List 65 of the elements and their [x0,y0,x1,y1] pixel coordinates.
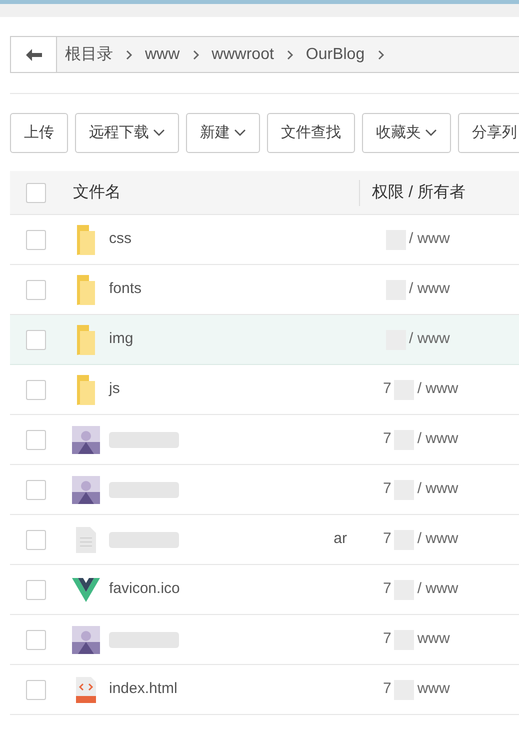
toolbar-button[interactable]: 文件查找 [267,113,355,153]
breadcrumb-item[interactable]: wwwroot [212,42,274,66]
toolbar-button[interactable]: 远程下载 [75,113,179,153]
file-name[interactable]: css [109,228,132,251]
column-header[interactable]: 文件名 [73,180,359,204]
folder-icon [76,374,96,404]
html-file-icon [76,676,96,702]
back-arrow-icon [26,48,42,60]
chevron-right-icon [376,48,385,60]
permission-owner: / www [417,379,458,400]
blurred-name [109,432,179,448]
row-checkbox[interactable] [26,530,46,550]
permission-owner: / www [417,529,458,550]
toolbar-button[interactable]: 上传 [10,113,68,153]
v-logo-icon [72,578,100,602]
folder-icon [76,224,96,254]
select-all-checkbox[interactable] [26,182,46,202]
permission-owner: / www [409,279,450,300]
toolbar-button[interactable]: 新建 [186,113,260,153]
blurred-name [109,532,179,548]
permission-owner: / www [409,229,450,250]
chevron-right-icon [192,48,200,60]
chevron-right-icon [286,48,294,60]
permission-digit: 7 [383,679,392,700]
breadcrumb-item[interactable]: www [145,42,180,66]
permission-digit: 7 [383,429,392,450]
blurred-name [109,632,179,648]
blurred-name [109,482,179,498]
row-checkbox[interactable] [26,380,46,400]
row-checkbox[interactable] [26,430,46,450]
file-name[interactable]: favicon.ico [109,578,180,601]
row-checkbox[interactable] [26,680,46,700]
breadcrumb-item[interactable]: OurBlog [306,42,365,66]
row-checkbox[interactable] [26,480,46,500]
toolbar-button[interactable]: 分享列 [458,113,519,153]
permission-digit: 7 [383,529,392,550]
breadcrumb-item[interactable]: 根目录 [65,42,113,66]
permission-digit: 7 [383,579,392,600]
file-name[interactable]: fonts [109,278,142,301]
back-button[interactable] [11,37,57,72]
permission-owner: / www [409,329,450,350]
permission-owner: / www [417,429,458,450]
row-checkbox[interactable] [26,630,46,650]
file-name-end: ar [334,529,347,550]
file-name[interactable]: img [109,328,134,351]
row-checkbox[interactable] [26,330,46,350]
file-name[interactable]: js [109,378,120,401]
file-name[interactable]: index.html [109,678,178,701]
toolbar-button[interactable]: 收藏夹 [362,113,451,153]
row-checkbox[interactable] [26,230,46,250]
permission-owner: / www [417,579,458,600]
permission-owner: / www [417,479,458,500]
permission-owner: www [417,679,450,700]
permission-digit: 7 [383,479,392,500]
permission-digit: 7 [383,379,392,400]
permission-digit: 7 [383,629,392,650]
folder-icon [76,324,96,354]
column-header[interactable]: 权限 / 所有者 [372,180,466,204]
row-checkbox[interactable] [26,280,46,300]
file-row[interactable]: img / www [10,315,519,365]
folder-icon [76,274,96,304]
chevron-right-icon [125,48,133,60]
permission-owner: www [417,629,450,650]
row-checkbox[interactable] [26,580,46,600]
document-icon [76,526,96,552]
